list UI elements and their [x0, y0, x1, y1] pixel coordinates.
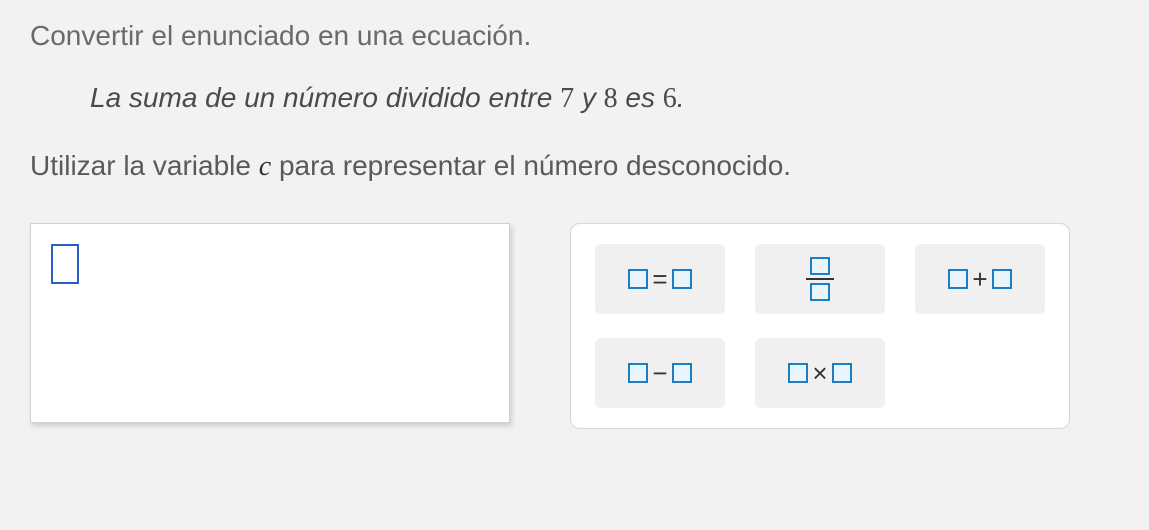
template-times[interactable]: ×	[755, 338, 885, 408]
palette-row-2: − ×	[595, 338, 1045, 408]
placeholder-box	[628, 363, 648, 383]
minus-icon: −	[652, 358, 667, 389]
template-equals[interactable]: =	[595, 244, 725, 314]
problem-mid2: es	[618, 82, 663, 113]
answer-input-slot[interactable]	[51, 244, 79, 284]
times-icon: ×	[812, 358, 827, 389]
placeholder-box	[672, 269, 692, 289]
variable-name: c	[259, 151, 271, 182]
placeholder-box	[810, 283, 830, 301]
instruction-text: Convertir el enunciado en una ecuación.	[30, 20, 1119, 52]
placeholder-box	[810, 257, 830, 275]
variable-prefix: Utilizar la variable	[30, 150, 259, 181]
problem-num-3: 6	[663, 83, 677, 114]
template-minus[interactable]: −	[595, 338, 725, 408]
fraction-icon	[806, 257, 834, 301]
placeholder-box	[628, 269, 648, 289]
problem-prefix: La suma de un número dividido entre	[90, 82, 560, 113]
placeholder-box	[992, 269, 1012, 289]
workspace: = + −	[30, 223, 1119, 429]
problem-mid1: y	[574, 82, 604, 113]
variable-suffix: para representar el número desconocido.	[271, 150, 791, 181]
placeholder-box	[948, 269, 968, 289]
problem-num-1: 7	[560, 83, 574, 114]
problem-num-2: 8	[604, 83, 618, 114]
palette-row-1: = +	[595, 244, 1045, 314]
problem-statement: La suma de un número dividido entre 7 y …	[90, 82, 1119, 115]
problem-suffix: .	[677, 82, 685, 113]
equals-icon: =	[652, 264, 667, 295]
template-palette: = + −	[570, 223, 1070, 429]
variable-instruction: Utilizar la variable c para representar …	[30, 150, 1119, 183]
placeholder-box	[672, 363, 692, 383]
plus-icon: +	[972, 264, 987, 295]
placeholder-box	[788, 363, 808, 383]
answer-box[interactable]	[30, 223, 510, 423]
fraction-bar	[806, 278, 834, 280]
template-fraction[interactable]	[755, 244, 885, 314]
placeholder-box	[832, 363, 852, 383]
template-plus[interactable]: +	[915, 244, 1045, 314]
